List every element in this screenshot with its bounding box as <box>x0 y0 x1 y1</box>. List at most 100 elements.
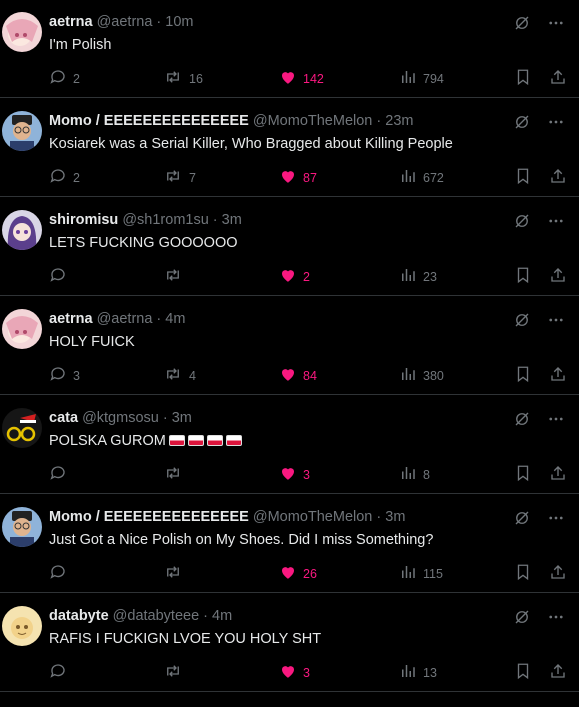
views-button[interactable]: 115 <box>399 563 443 584</box>
repost-button[interactable]: 7 <box>163 167 196 188</box>
share-button[interactable] <box>549 68 567 89</box>
like-button[interactable]: 26 <box>279 563 317 584</box>
grok-slash-icon[interactable] <box>513 113 531 136</box>
like-button[interactable]: 2 <box>279 266 310 287</box>
poland-flag-icon <box>187 435 204 446</box>
post-actions: 2 23 <box>49 266 569 288</box>
post-item[interactable]: aetrna @aetrna · 4m HOLY FUICK 3 4 84 380 <box>0 297 579 395</box>
display-name: aetrna <box>49 311 93 327</box>
views-button[interactable]: 380 <box>399 365 444 386</box>
post-actions: 2 16 142 794 <box>49 68 569 90</box>
timestamp: 10m <box>165 14 194 30</box>
post-item[interactable]: aetrna @aetrna · 10m I'm Polish 2 16 142 794 <box>0 0 579 98</box>
repost-button[interactable] <box>163 662 189 683</box>
post-top-actions <box>513 608 565 631</box>
avatar[interactable] <box>2 12 42 52</box>
reply-button[interactable] <box>49 662 73 683</box>
avatar[interactable] <box>2 408 42 448</box>
reply-icon <box>49 563 67 584</box>
avatar[interactable] <box>2 309 42 349</box>
avatar[interactable] <box>2 606 42 646</box>
like-count: 3 <box>303 665 310 680</box>
post-header: aetrna @aetrna · 10m <box>49 14 194 30</box>
bookmark-button[interactable] <box>514 563 532 584</box>
reply-button[interactable] <box>49 464 73 485</box>
share-button[interactable] <box>549 365 567 386</box>
repost-button[interactable]: 16 <box>163 68 203 89</box>
poland-flag-icon <box>168 435 185 446</box>
grok-slash-icon[interactable] <box>513 410 531 433</box>
reply-button[interactable]: 3 <box>49 365 80 386</box>
bookmark-button[interactable] <box>514 464 532 485</box>
repost-icon <box>163 68 183 89</box>
separator: · <box>158 410 172 426</box>
views-count: 13 <box>423 665 437 680</box>
repost-button[interactable] <box>163 563 189 584</box>
reply-icon <box>49 365 67 386</box>
views-button[interactable]: 672 <box>399 167 444 188</box>
avatar[interactable] <box>2 210 42 250</box>
views-button[interactable]: 23 <box>399 266 437 287</box>
like-button[interactable]: 84 <box>279 365 317 386</box>
reply-count: 2 <box>73 71 80 86</box>
share-button[interactable] <box>549 464 567 485</box>
views-button[interactable]: 8 <box>399 464 430 485</box>
post-actions: 3 13 <box>49 662 569 684</box>
heart-icon <box>279 662 297 683</box>
display-name: cata <box>49 410 79 426</box>
more-icon[interactable] <box>547 311 565 334</box>
timestamp: 4m <box>212 608 233 624</box>
more-icon[interactable] <box>547 14 565 37</box>
post-item[interactable]: shiromisu @sh1rom1su · 3m LETS FUCKING GO… <box>0 198 579 296</box>
separator: · <box>372 113 386 129</box>
repost-button[interactable] <box>163 464 189 485</box>
bookmark-button[interactable] <box>514 167 532 188</box>
reply-button[interactable] <box>49 563 73 584</box>
repost-button[interactable] <box>163 266 189 287</box>
views-button[interactable]: 794 <box>399 68 444 89</box>
grok-slash-icon[interactable] <box>513 608 531 631</box>
separator: · <box>152 311 166 327</box>
avatar[interactable] <box>2 507 42 547</box>
repost-button[interactable]: 4 <box>163 365 196 386</box>
bookmark-button[interactable] <box>514 266 532 287</box>
share-button[interactable] <box>549 266 567 287</box>
post-item[interactable]: Momo / EEEEEEEEEEEEEEE @MomoTheMelon · 3… <box>0 495 579 593</box>
post-actions: 38 <box>49 464 569 486</box>
avatar[interactable] <box>2 111 42 151</box>
reply-button[interactable] <box>49 266 73 287</box>
more-icon[interactable] <box>547 410 565 433</box>
post-item[interactable]: databyte @databyteee · 4m RAFIS I FUCKIGN… <box>0 594 579 692</box>
post-item[interactable]: cata @ktgmsosu · 3m POLSKA GUROM 3 8 <box>0 396 579 494</box>
views-icon <box>399 563 417 584</box>
post-header: Momo / EEEEEEEEEEEEEEE @MomoTheMelon · 2… <box>49 113 413 129</box>
bookmark-button[interactable] <box>514 68 532 89</box>
post-item[interactable]: Momo / EEEEEEEEEEEEEEE @MomoTheMelon · 2… <box>0 99 579 197</box>
post-header: cata @ktgmsosu · 3m <box>49 410 192 426</box>
views-button[interactable]: 13 <box>399 662 437 683</box>
like-button[interactable]: 3 <box>279 662 310 683</box>
reply-button[interactable]: 2 <box>49 68 80 89</box>
like-button[interactable]: 142 <box>279 68 324 89</box>
grok-slash-icon[interactable] <box>513 212 531 235</box>
like-button[interactable]: 87 <box>279 167 317 188</box>
grok-slash-icon[interactable] <box>513 311 531 334</box>
more-icon[interactable] <box>547 113 565 136</box>
share-icon <box>549 563 567 584</box>
share-button[interactable] <box>549 167 567 188</box>
more-icon[interactable] <box>547 509 565 532</box>
bookmark-button[interactable] <box>514 365 532 386</box>
separator: · <box>208 212 222 228</box>
bookmark-button[interactable] <box>514 662 532 683</box>
share-button[interactable] <box>549 662 567 683</box>
heart-icon <box>279 266 297 287</box>
more-icon[interactable] <box>547 212 565 235</box>
timestamp: 4m <box>165 311 186 327</box>
grok-slash-icon[interactable] <box>513 14 531 37</box>
reply-button[interactable]: 2 <box>49 167 80 188</box>
like-button[interactable]: 3 <box>279 464 310 485</box>
grok-slash-icon[interactable] <box>513 509 531 532</box>
post-header: shiromisu @sh1rom1su · 3m <box>49 212 242 228</box>
more-icon[interactable] <box>547 608 565 631</box>
share-button[interactable] <box>549 563 567 584</box>
